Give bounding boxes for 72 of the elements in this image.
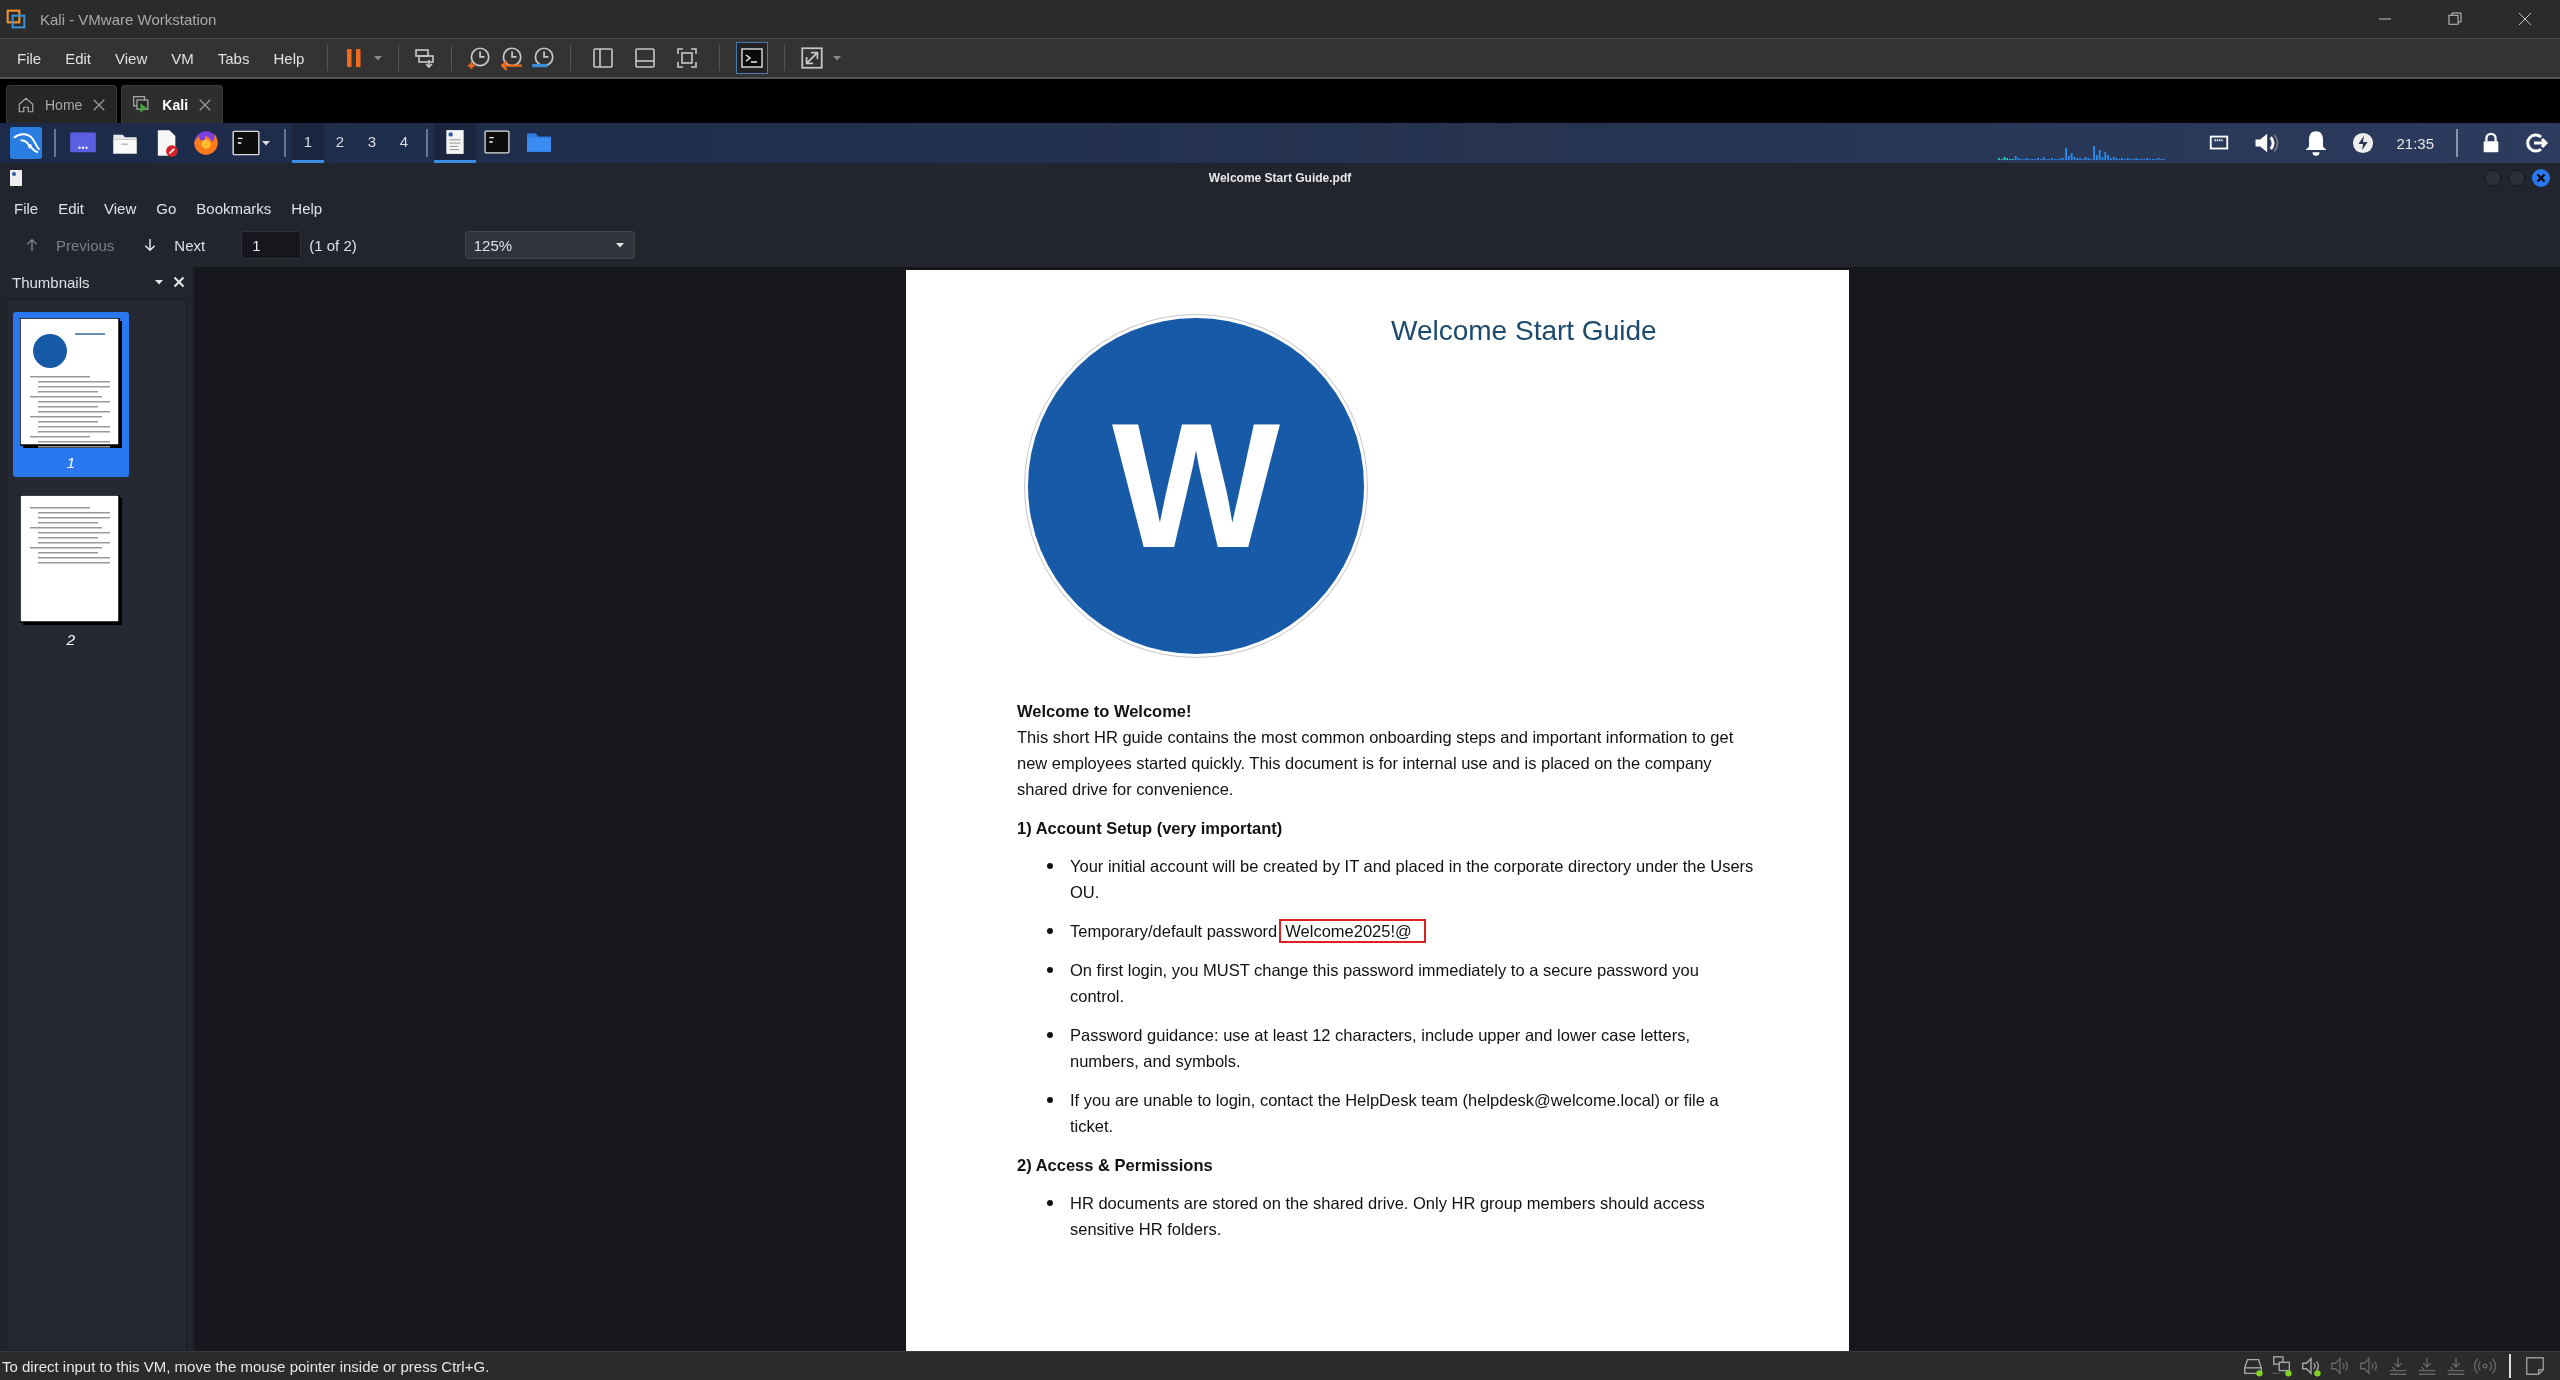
terminal-icon[interactable]: [232, 129, 260, 157]
bullet-icon: [1047, 928, 1053, 934]
lightning-icon[interactable]: [2352, 132, 2375, 154]
app-logo-icon: [6, 9, 26, 29]
section-heading: Welcome to Welcome!: [1017, 701, 1193, 722]
vm-tab[interactable]: Kali: [121, 85, 224, 123]
menu-item[interactable]: Go: [146, 197, 187, 219]
note-icon[interactable]: [2524, 1355, 2546, 1377]
page-count: (1 of 2): [309, 236, 357, 254]
document-icon: [10, 170, 22, 186]
clock[interactable]: 21:35: [2396, 134, 2434, 152]
highlighted-text: Welcome2025!@: [1279, 919, 1426, 943]
menu-item[interactable]: Help: [264, 45, 314, 71]
page-thumbnail[interactable]: 2: [13, 489, 129, 654]
list-item-text: If you are unable to login, contact the HelpDesk team (helpdesk@welcome.local) or file a ticket.: [1070, 1091, 1719, 1135]
browser-icon[interactable]: [192, 129, 220, 157]
zoom-dropdown[interactable]: 125%: [464, 231, 635, 259]
page-number-field[interactable]: 1: [241, 231, 302, 259]
bullet-icon: [1047, 863, 1053, 869]
page-thumbnail-drawing[interactable]: [20, 495, 122, 625]
menu-item[interactable]: View: [106, 45, 157, 71]
menu-item[interactable]: File: [8, 45, 51, 71]
download-icon[interactable]: [2445, 1355, 2467, 1377]
task-button[interactable]: [434, 123, 476, 163]
workspace-button[interactable]: 1: [292, 123, 324, 163]
clock-plus-icon[interactable]: [466, 45, 493, 71]
close-button[interactable]: [2532, 169, 2550, 187]
app-menu-icon[interactable]: [10, 127, 42, 159]
section-heading: 2) Access & Permissions: [1017, 1155, 1214, 1176]
page-thumbnail[interactable]: 1: [13, 312, 129, 477]
restore-icon[interactable]: [2446, 10, 2464, 28]
close-icon[interactable]: [2516, 10, 2534, 28]
workspace-button[interactable]: 2: [324, 123, 356, 163]
status-message: To direct input to this VM, move the mouse pointer inside or press Ctrl+G.: [2, 1357, 490, 1375]
section-heading: 1) Account Setup (very important): [1017, 818, 1284, 839]
list-item-text: Your initial account will be created by IT and placed in the corporate directory under the Users OU.: [1070, 857, 1754, 901]
clock-arrow-icon[interactable]: [498, 45, 525, 71]
workspace-button[interactable]: 4: [388, 123, 420, 163]
menu-item[interactable]: Edit: [56, 45, 101, 71]
vm-tab[interactable]: Home: [6, 85, 118, 123]
menu-item[interactable]: View: [94, 197, 147, 219]
bullet-icon: [1047, 1097, 1053, 1103]
list-item-text: Password guidance: use at least 12 characters, include upper and lower case letters, numbers, and symbols.: [1070, 1026, 1690, 1070]
list-item-text: HR documents are stored on the shared drive. Only HR group members should access sensitive HR folders.: [1070, 1194, 1705, 1238]
paragraph: This short HR guide contains the most common onboarding steps and important information to get new employees started quickly. This document is for internal use and is placed on the company shared drive for convenience.: [1017, 727, 1735, 800]
download-icon[interactable]: [2416, 1355, 2438, 1377]
menu-item[interactable]: Bookmarks: [186, 197, 282, 219]
logout-icon[interactable]: [2524, 131, 2548, 155]
bullet-icon: [1047, 1032, 1053, 1038]
window-title: Kali - VMware Workstation: [40, 10, 217, 28]
terminal-icon[interactable]: [484, 128, 510, 155]
workspace-button[interactable]: 3: [356, 123, 388, 163]
window-title: Welcome Start Guide.pdf: [1208, 171, 1352, 185]
speaker-icon[interactable]: [2300, 1355, 2322, 1377]
list-item-text: Temporary/default password: [1070, 922, 1278, 940]
menu-item[interactable]: Help: [281, 197, 333, 219]
document-title: Welcome Start Guide: [1391, 314, 1657, 348]
close-icon[interactable]: [92, 97, 107, 112]
menu-item[interactable]: Tabs: [208, 45, 259, 71]
sidebar-title: Thumbnails: [12, 273, 91, 291]
download-icon[interactable]: [2387, 1355, 2409, 1377]
home-icon: [17, 95, 35, 114]
next-button[interactable]: Next: [132, 232, 216, 258]
menu-item[interactable]: File: [4, 197, 49, 219]
menu-item[interactable]: VM: [162, 45, 203, 71]
page-thumbnail-drawing[interactable]: [20, 318, 122, 448]
network-icon[interactable]: [2271, 1355, 2293, 1377]
list-item-text: On first login, you MUST change this password immediately to a secure password you control.: [1070, 961, 1699, 1005]
bullet-icon: [1047, 1200, 1053, 1206]
bullet-icon: [1047, 967, 1053, 973]
menu-item[interactable]: Edit: [48, 197, 95, 219]
wireless-icon[interactable]: [2474, 1355, 2496, 1377]
